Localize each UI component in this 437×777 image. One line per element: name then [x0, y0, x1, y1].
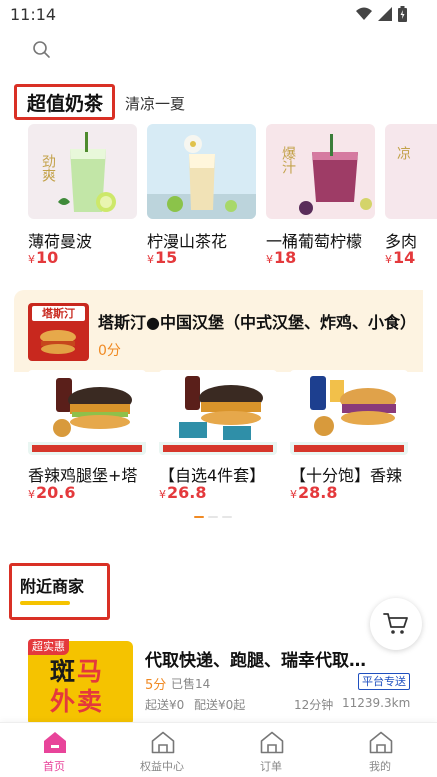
battery-icon [398, 6, 407, 22]
nav-label: 订单 [260, 760, 282, 773]
burger-combo-illustration [28, 370, 146, 455]
milk-tea-price: ¥10 [28, 248, 59, 267]
signal-icon [378, 7, 392, 21]
milk-tea-art-text: 凉 [395, 146, 411, 160]
nav-label: 权益中心 [140, 760, 184, 773]
milk-tea-image [147, 124, 256, 219]
wifi-icon [356, 7, 372, 20]
carousel-dot [194, 516, 204, 518]
milk-tea-subtitle: 清凉一夏 [125, 95, 186, 113]
nav-item-mine[interactable]: 我的 [335, 723, 425, 777]
store-name[interactable]: 代取快递、跑腿、瑞幸代取… [145, 646, 395, 671]
burger-icon [40, 330, 76, 354]
milk-tea-card[interactable]: 凉 多肉 ¥14 [385, 124, 437, 267]
status-bar: 11:14 [0, 0, 437, 30]
milk-tea-art-text: 劲爽 [40, 154, 56, 182]
nav-item-benefits[interactable]: 权益中心 [117, 723, 207, 777]
milk-tea-image: 爆汁 [266, 124, 375, 219]
store-distance: 11239.3km [342, 696, 411, 710]
store-badge: 超实惠 [28, 639, 69, 655]
combo-list: 香辣鸡腿堡+塔 ¥20.6 【自选4件套】 ¥26.8 【十分饱】香辣 ¥28.… [28, 370, 437, 510]
burger-combo-illustration [159, 370, 277, 455]
milk-tea-image: 劲爽 [28, 124, 137, 219]
nav-item-orders[interactable]: 订单 [226, 723, 316, 777]
combo-card[interactable]: 香辣鸡腿堡+塔 ¥20.6 [28, 370, 146, 502]
promo-store-score: 0分 [98, 343, 121, 359]
store-score: 5分 [145, 678, 167, 693]
promo-store-name[interactable]: 塔斯汀●中国汉堡（中式汉堡、炸鸡、小食） [98, 309, 428, 333]
nav-label: 首页 [43, 760, 65, 773]
milk-tea-price: ¥14 [385, 248, 416, 267]
milk-tea-art-text: 爆汁 [280, 146, 296, 174]
milk-tea-price: ¥18 [266, 248, 297, 267]
carousel-dot [222, 516, 232, 518]
store-min-order: 起送¥0 [145, 698, 185, 712]
carousel-dot [208, 516, 218, 518]
store-sold-count: 已售14 [171, 677, 211, 691]
store-delivery-fee: 配送¥0起 [194, 698, 246, 712]
milk-tea-title: 超值奶茶 [27, 93, 104, 115]
milk-tea-price: ¥15 [147, 248, 178, 267]
combo-price: ¥20.6 [28, 483, 76, 502]
cart-icon [383, 613, 408, 634]
home-outline-icon [151, 731, 175, 754]
search-icon[interactable] [32, 40, 52, 60]
bottom-nav: 首页 权益中心 订单 我的 [0, 722, 437, 777]
milk-tea-card[interactable]: 劲爽 薄荷曼波 ¥10 [28, 124, 137, 267]
combo-image [290, 370, 408, 455]
delivery-tag: 平台专送 [358, 673, 410, 690]
home-icon [44, 732, 66, 753]
milk-tea-card[interactable]: 爆汁 一桶葡萄柠檬 ¥18 [266, 124, 375, 267]
milk-tea-list: 劲爽 薄荷曼波 ¥10 柠漫山茶花 ¥15 爆汁 一桶葡萄柠檬 ¥18 凉 多肉… [28, 124, 437, 274]
nav-label: 我的 [369, 760, 391, 773]
status-icons [356, 6, 407, 22]
carousel-indicator [194, 516, 232, 518]
home-outline-icon [369, 731, 393, 754]
store-logo: 塔斯汀 [28, 303, 89, 361]
combo-image [159, 370, 277, 455]
combo-card[interactable]: 【十分饱】香辣 ¥28.8 [290, 370, 408, 502]
combo-price: ¥26.8 [159, 483, 207, 502]
burger-combo-illustration [290, 370, 408, 455]
nav-item-home[interactable]: 首页 [9, 723, 99, 777]
home-outline-icon [260, 731, 284, 754]
milk-tea-image: 凉 [385, 124, 437, 219]
store-delivery-time: 12分钟 [294, 698, 334, 712]
combo-image [28, 370, 146, 455]
camellia-drink-illustration [147, 135, 256, 219]
nearby-title-underline [20, 601, 70, 605]
status-time: 11:14 [10, 5, 57, 24]
cart-button[interactable] [370, 598, 422, 650]
nearby-title: 附近商家 [20, 577, 85, 596]
milk-tea-card[interactable]: 柠漫山茶花 ¥15 [147, 124, 256, 267]
combo-price: ¥28.8 [290, 483, 338, 502]
store-logo-text: 斑马 外卖 [50, 657, 105, 716]
combo-card[interactable]: 【自选4件套】 ¥26.8 [159, 370, 277, 502]
